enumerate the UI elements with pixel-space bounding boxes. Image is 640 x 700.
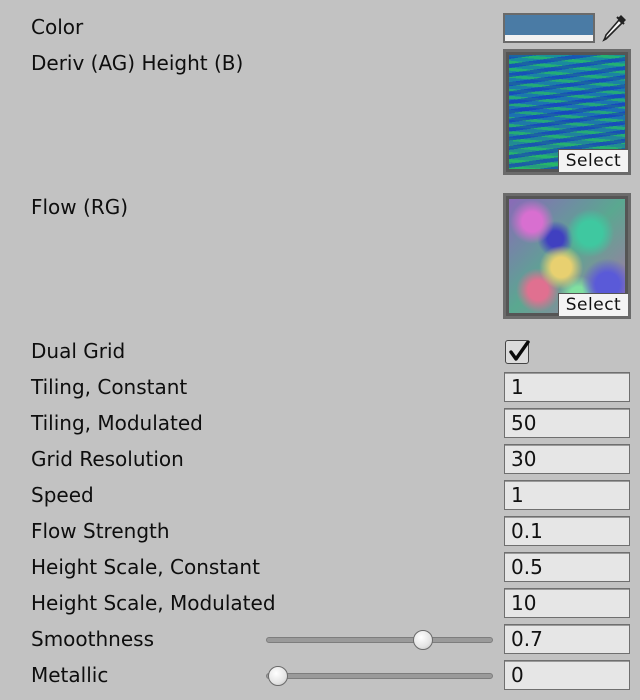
smoothness-field[interactable] (504, 624, 630, 654)
height-scale-modulated-field[interactable] (504, 588, 630, 618)
color-swatch-fill (505, 15, 593, 35)
height-scale-constant-field[interactable] (504, 552, 630, 582)
tiling-constant-field[interactable] (504, 372, 630, 402)
tiling-modulated-label: Tiling, Modulated (31, 411, 203, 435)
speed-field[interactable] (504, 480, 630, 510)
dual-grid-checkbox[interactable] (505, 340, 530, 364)
flow-select-button[interactable]: Select (558, 293, 628, 316)
smoothness-slider-thumb[interactable] (412, 630, 433, 650)
flow-texture-slot[interactable]: Select (503, 193, 631, 319)
flow-label: Flow (RG) (31, 195, 129, 219)
metallic-slider-thumb[interactable] (268, 666, 288, 686)
color-label: Color (31, 15, 84, 39)
height-scale-constant-label: Height Scale, Constant (31, 555, 260, 579)
speed-label: Speed (31, 483, 94, 507)
metallic-label: Metallic (31, 663, 109, 687)
eyedropper-icon[interactable] (601, 12, 629, 44)
metallic-field[interactable] (504, 660, 630, 690)
deriv-height-select-button[interactable]: Select (558, 149, 628, 172)
checkmark-icon (509, 340, 530, 361)
dual-grid-label: Dual Grid (31, 339, 126, 363)
tiling-constant-label: Tiling, Constant (31, 375, 188, 399)
deriv-height-texture-slot[interactable]: Select (503, 49, 631, 175)
flow-strength-field[interactable] (504, 516, 630, 546)
height-scale-modulated-label: Height Scale, Modulated (31, 591, 276, 615)
metallic-slider-track[interactable] (266, 673, 493, 679)
color-swatch[interactable] (503, 13, 595, 43)
flow-strength-label: Flow Strength (31, 519, 170, 543)
grid-resolution-label: Grid Resolution (31, 447, 184, 471)
smoothness-label: Smoothness (31, 627, 154, 651)
grid-resolution-field[interactable] (504, 444, 630, 474)
tiling-modulated-field[interactable] (504, 408, 630, 438)
smoothness-slider-track[interactable] (266, 637, 493, 643)
deriv-height-label: Deriv (AG) Height (B) (31, 51, 244, 75)
